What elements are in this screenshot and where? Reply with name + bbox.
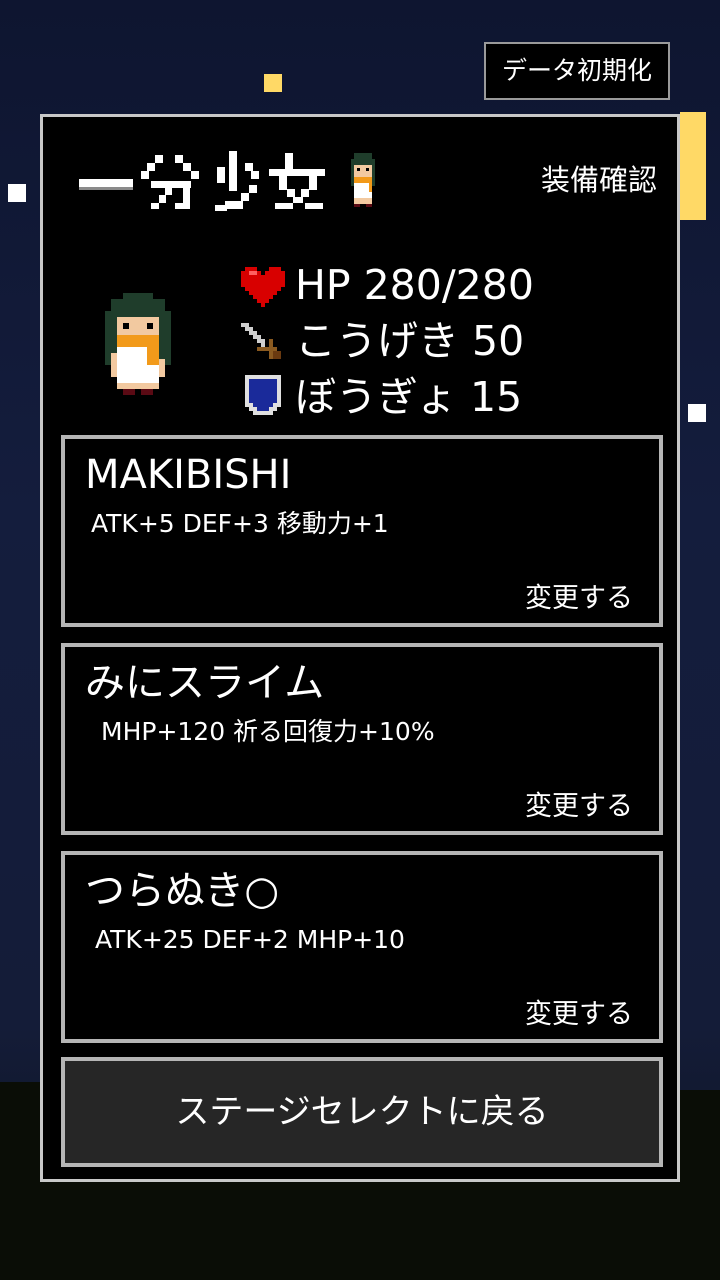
attack-stat: こうげき 50 [241, 313, 534, 369]
back-to-stage-select-button[interactable]: ステージセレクトに戻る [61, 1057, 663, 1167]
equipment-name: みにスライム [85, 660, 325, 706]
moon [680, 112, 706, 220]
equipment-slot-2[interactable]: みにスライム MHP+120 祈る回復力+10% 変更する [61, 643, 663, 835]
defense-value: ぼうぎょ 15 [295, 373, 523, 421]
equipment-effect: ATK+25 DEF+2 MHP+10 [95, 925, 405, 954]
equipment-name: MAKIBISHI [85, 452, 292, 498]
change-equipment-button[interactable]: 変更する [525, 581, 633, 617]
heart-icon [241, 263, 285, 307]
star [264, 74, 282, 92]
sword-icon [241, 319, 285, 363]
equipment-slot-1[interactable]: MAKIBISHI ATK+5 DEF+3 移動力+1 変更する [61, 435, 663, 627]
shield-icon [241, 375, 285, 419]
defense-stat: ぼうぎょ 15 [241, 369, 534, 425]
equipment-effect: ATK+5 DEF+3 移動力+1 [91, 509, 389, 538]
player-sprite-small [345, 153, 381, 211]
player-portrait [105, 293, 171, 405]
attack-value: こうげき 50 [295, 317, 525, 365]
equipment-panel: 装備確認 HP 280/280 こうげき 50 ぼうぎょ 15 MAKIBISH… [40, 114, 680, 1182]
change-equipment-button[interactable]: 変更する [525, 997, 633, 1033]
page-title: 装備確認 [540, 163, 657, 197]
ground [0, 1082, 40, 1102]
star [8, 184, 26, 202]
hp-value: HP 280/280 [295, 261, 534, 309]
reset-data-button[interactable]: データ初期化 [484, 42, 670, 100]
equipment-effect: MHP+120 祈る回復力+10% [101, 717, 435, 746]
change-equipment-button[interactable]: 変更する [525, 789, 633, 825]
equipment-slot-3[interactable]: つらぬき○ ATK+25 DEF+2 MHP+10 変更する [61, 851, 663, 1043]
hp-stat: HP 280/280 [241, 257, 534, 313]
star [688, 404, 706, 422]
game-logo [79, 145, 329, 215]
player-stats: HP 280/280 こうげき 50 ぼうぎょ 15 [241, 257, 534, 425]
equipment-name: つらぬき○ [85, 868, 280, 914]
